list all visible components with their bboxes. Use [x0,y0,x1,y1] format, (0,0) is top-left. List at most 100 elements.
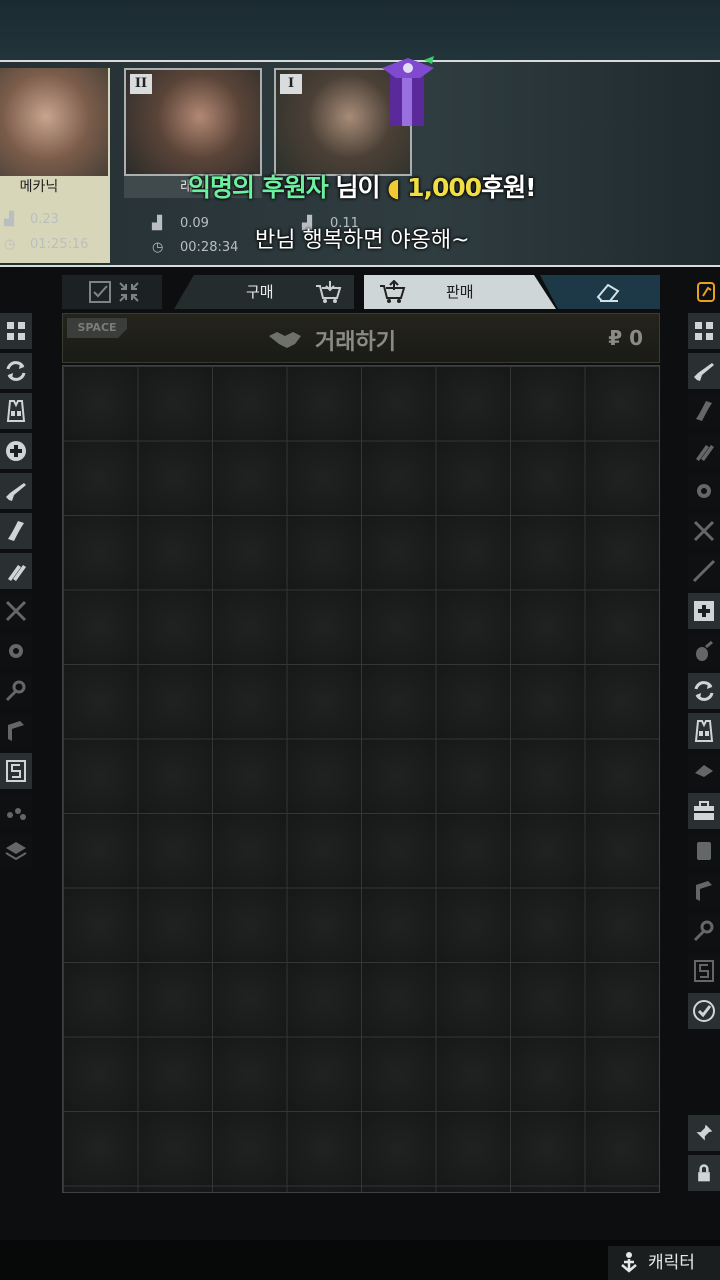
rating-icon: ▟ [4,212,14,227]
ammo-icon [8,565,26,581]
keys-icon [5,680,26,702]
slot-icon [694,960,714,982]
filter-slot[interactable] [0,753,32,789]
tab-erase[interactable] [540,275,660,309]
donation-line: 익명의 후원자 님이 ◖ 1,000후원! [188,168,537,204]
filter-all[interactable] [688,313,720,349]
character-button[interactable]: 캐릭터 [608,1246,720,1280]
check-icon [693,1000,715,1022]
trader-card-mechanic[interactable]: 메카닉 ▟ 0.23 ◷ 01:25:16 [0,68,110,263]
filter-container[interactable] [688,833,720,869]
filter-keys[interactable] [688,913,720,949]
character-icon [621,1252,637,1273]
container-icon [697,842,711,860]
trader-portrait [0,68,108,176]
filter-vest[interactable] [688,713,720,749]
filter-gear-part[interactable] [688,473,720,509]
collapse-icon[interactable] [118,281,140,303]
gear-part-icon [9,644,23,658]
vest-icon [6,400,26,422]
trade-title: 거래하기 [315,330,396,355]
cheese-icon: ◖ [387,173,400,202]
donation-message: 반님 행복하면 야옹해~ [255,228,470,253]
barter-icon [695,765,713,777]
filter-sniper[interactable] [688,553,720,589]
sync-icon [6,361,26,381]
filter-rifle[interactable] [688,353,720,389]
book-icon [8,721,24,741]
filter-melee[interactable] [0,593,32,629]
filter-sync[interactable] [688,673,720,709]
filter-gear-part[interactable] [0,633,32,669]
layers-icon [5,842,27,861]
clock-icon: ◷ [152,240,164,255]
trader-portrait: II [124,68,262,176]
donation-suffix: 님이 [335,173,380,202]
filter-magazine[interactable] [688,393,720,429]
filter-barter[interactable] [688,753,720,789]
filter-case[interactable] [688,793,720,829]
all-icon [7,322,25,340]
ammo-icon [696,445,714,461]
filter-misc[interactable] [0,793,32,829]
slot-icon [6,760,26,782]
tab-sell[interactable]: 판매 [364,275,556,309]
grenade-icon [696,640,713,661]
medical-icon [6,441,26,461]
filter-check[interactable] [688,993,720,1029]
lock-button[interactable] [688,1155,720,1191]
filter-rifle[interactable] [0,473,32,509]
trader-name: 메카닉 [0,176,108,198]
trader-rank: I [280,74,302,94]
donation-unit: 후원! [481,173,536,202]
filter-all[interactable] [0,313,32,349]
filter-sync[interactable] [0,353,32,389]
top-background [0,0,720,62]
tab-sell-label: 판매 [446,283,474,301]
cart-sell-icon [380,280,406,303]
filter-grenade[interactable] [688,633,720,669]
space-tag: SPACE [67,318,127,338]
case-icon [694,801,714,820]
handshake-icon [269,332,301,348]
gear-part-icon [697,484,711,498]
filter-medical[interactable] [0,433,32,469]
sniper-icon [692,559,716,583]
checkbox-icon[interactable] [88,280,112,304]
left-filter-bar [0,313,32,873]
magazine-icon [8,521,24,541]
filter-ammo[interactable] [0,553,32,589]
tab-check[interactable] [62,275,162,309]
donor-name: 익명의 후원자 [188,173,329,202]
tab-buy-label: 구매 [246,283,274,301]
eraser-icon[interactable] [594,281,622,303]
sync-icon [694,681,714,701]
trade-grid[interactable] [62,365,660,1193]
all-icon [695,322,713,340]
lock-icon [698,1164,710,1182]
filter-layers[interactable] [0,833,32,869]
character-label: 캐릭터 [648,1253,695,1273]
book-icon [696,881,712,901]
trader-time: 00:28:34 [180,240,239,255]
cart-buy-icon [316,281,342,303]
filter-melee[interactable] [688,513,720,549]
pin-button[interactable] [688,1115,720,1151]
filter-book[interactable] [688,873,720,909]
rating-icon: ▟ [152,216,162,231]
trader-rank: II [130,74,152,94]
trader-rating: 0.09 [180,216,209,231]
tab-buy[interactable]: 구매 [174,275,354,309]
filter-vest[interactable] [0,393,32,429]
filter-ammo[interactable] [688,433,720,469]
filter-book[interactable] [0,713,32,749]
trade-header: SPACE 거래하기 ₽ 0 [62,313,660,363]
filter-medical[interactable] [688,593,720,629]
trader-card-ragman[interactable]: II 래그 ▟ 0.09 ◷ 00:28:34 [124,68,264,263]
trader-time: 01:25:16 [30,237,89,252]
filter-keys[interactable] [0,673,32,709]
filter-slot[interactable] [688,953,720,989]
keys-icon [693,920,714,942]
filter-magazine[interactable] [0,513,32,549]
key-icon[interactable] [696,281,716,303]
